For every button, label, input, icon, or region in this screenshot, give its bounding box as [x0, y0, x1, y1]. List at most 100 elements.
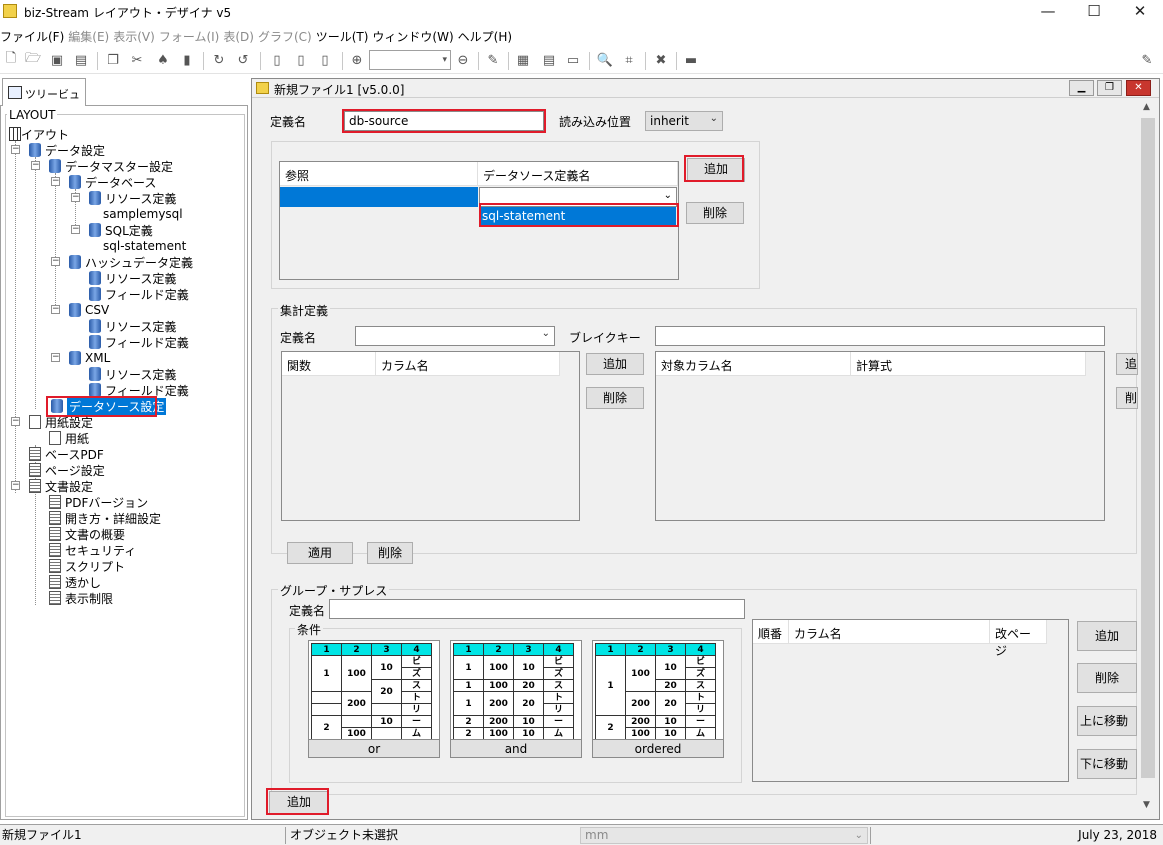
list-icon[interactable]: ▤ — [540, 51, 558, 69]
condition-ordered-option[interactable]: 1234 1 100 10 ビ ズ 20 ス 200 20 ト リ 2 200 10 ー 100 1… — [592, 640, 724, 758]
target-delete-button[interactable]: 削 — [1116, 387, 1138, 409]
tree-item-watermark[interactable]: 透かし — [49, 574, 101, 590]
target-add-button[interactable]: 追 — [1116, 353, 1138, 375]
read-position-select[interactable]: inherit ⌄ — [645, 111, 723, 131]
tree-item-resource-def[interactable]: リソース定義 — [89, 270, 176, 286]
tree-item-security[interactable]: セキュリティ — [49, 542, 136, 558]
notes-icon[interactable]: ✎ — [1138, 51, 1156, 69]
preview-icon[interactable]: 🔍 — [596, 51, 614, 69]
tree-item-resource-def[interactable]: リソース定義 — [89, 190, 176, 206]
tree-item-field-def[interactable]: フィールド定義 — [89, 334, 189, 350]
edit-icon[interactable]: ✎ — [484, 51, 502, 69]
tree-item-base-pdf[interactable]: ベースPDF — [29, 446, 104, 462]
collapse-toggle[interactable]: − — [71, 225, 80, 234]
tree-item-paper[interactable]: 用紙 — [49, 430, 89, 446]
page-del-icon[interactable]: ▯ — [316, 51, 334, 69]
scrollbar-thumb[interactable] — [1141, 118, 1155, 778]
zoom-out-icon[interactable]: ⊖ — [454, 51, 472, 69]
collapse-toggle[interactable]: − — [11, 145, 20, 154]
menu-tools[interactable]: ツール(T) — [316, 28, 373, 45]
screen-icon[interactable]: ▬ — [682, 51, 700, 69]
doc-minimize-button[interactable]: ▁ — [1069, 80, 1094, 96]
vertical-scrollbar[interactable]: ▲ ▼ — [1138, 100, 1158, 818]
menu-file[interactable]: ファイル(F) — [0, 28, 68, 45]
copy-icon[interactable]: ❐ — [104, 51, 122, 69]
tree-item-open-detail[interactable]: 開き方・詳細設定 — [49, 510, 161, 526]
tree-item-page-settings[interactable]: ページ設定 — [29, 462, 105, 478]
collapse-toggle[interactable]: − — [51, 353, 60, 362]
page-icon[interactable]: ▯ — [268, 51, 286, 69]
delete-ref-button[interactable]: 削除 — [686, 202, 744, 224]
condition-and-option[interactable]: 1234 1 100 10 ビ ズ 1 100 20 ス 1 200 20 ト リ 2 200 10 ー… — [450, 640, 582, 758]
agg-add-button[interactable]: 追加 — [586, 353, 644, 375]
close-button[interactable]: ✕ — [1117, 0, 1163, 24]
gs-add-button[interactable]: 追加 — [1077, 621, 1137, 651]
tree-item-xml[interactable]: XML — [69, 350, 110, 366]
table-icon[interactable]: ▦ — [514, 51, 532, 69]
scroll-down-icon[interactable]: ▼ — [1143, 800, 1150, 810]
scroll-up-icon[interactable]: ▲ — [1143, 102, 1150, 112]
move-down-button[interactable]: 下に移動 — [1077, 749, 1137, 779]
condition-or-option[interactable]: 1234 1 100 10 ビ ズ 20 ス 200 ト リ 2 10 ー 100 ム or — [308, 640, 440, 758]
tree-item-layout[interactable]: レイアウト — [9, 126, 69, 142]
tree-item-paper-settings[interactable]: 用紙設定 — [29, 414, 93, 430]
grid-row-selected[interactable] — [280, 187, 478, 207]
tree-item-sql-statement[interactable]: sql-statement — [103, 238, 186, 254]
apply-button[interactable]: 適用 — [287, 542, 353, 564]
maximize-button[interactable]: ☐ — [1071, 0, 1117, 24]
collapse-toggle[interactable]: − — [11, 417, 20, 426]
delete-icon[interactable]: ▮ — [178, 51, 196, 69]
collapse-toggle[interactable]: − — [51, 257, 60, 266]
redo-icon[interactable]: ↺ — [234, 51, 252, 69]
open-folder-icon[interactable]: 🗁 — [24, 51, 42, 69]
tree-item-script[interactable]: スクリプト — [49, 558, 125, 574]
check-icon[interactable]: ⌗ — [620, 51, 638, 69]
menu-window[interactable]: ウィンドウ(W) — [372, 28, 457, 45]
tree-item-sql-def[interactable]: SQL定義 — [89, 222, 153, 238]
tree-item-hash-data[interactable]: ハッシュデータ定義 — [69, 254, 193, 270]
collapse-toggle[interactable]: − — [11, 481, 20, 490]
tree-item-display-restrict[interactable]: 表示制限 — [49, 590, 113, 606]
agg-bottom-delete-button[interactable]: 削除 — [367, 542, 413, 564]
new-file-icon[interactable]: 🗋 — [2, 51, 20, 69]
minimize-button[interactable]: — — [1025, 0, 1071, 24]
doc-close-button[interactable]: ✕ — [1126, 80, 1151, 96]
cut-icon[interactable]: ✂ — [128, 51, 146, 69]
menu-view[interactable]: 表示(V) — [113, 28, 159, 45]
tab-tree-view[interactable]: ツリービュー — [2, 78, 86, 117]
unit-select[interactable]: mm ⌄ — [580, 827, 868, 844]
zoom-select[interactable]: ▾ — [369, 50, 451, 70]
gs-def-name-input[interactable] — [329, 599, 745, 619]
tree-item-data-master[interactable]: データマスター設定 — [49, 158, 173, 174]
gs-delete-button[interactable]: 削除 — [1077, 663, 1137, 693]
collapse-toggle[interactable]: − — [71, 193, 80, 202]
tree-item-csv[interactable]: CSV — [69, 302, 109, 318]
tree-item-resource-def[interactable]: リソース定義 — [89, 366, 176, 382]
menu-help[interactable]: ヘルプ(H) — [458, 28, 516, 45]
menu-graph[interactable]: グラフ(C) — [258, 28, 316, 45]
menu-table[interactable]: 表(D) — [223, 28, 258, 45]
collapse-toggle[interactable]: − — [51, 177, 60, 186]
undo-icon[interactable]: ↻ — [210, 51, 228, 69]
tools-icon[interactable]: ✖ — [652, 51, 670, 69]
tree-item-doc-summary[interactable]: 文書の概要 — [49, 526, 125, 542]
tree-item-data-settings[interactable]: データ設定 — [29, 142, 105, 158]
menu-form[interactable]: フォーム(I) — [159, 28, 224, 45]
tree-item-pdf-version[interactable]: PDFバージョン — [49, 494, 148, 510]
collapse-toggle[interactable]: − — [31, 161, 40, 170]
agg-delete-button[interactable]: 削除 — [586, 387, 644, 409]
agg-def-name-select[interactable]: ⌄ — [355, 326, 555, 346]
tree-item-samplemysql[interactable]: samplemysql — [103, 206, 183, 222]
form-icon[interactable]: ▭ — [564, 51, 582, 69]
page-dup-icon[interactable]: ▯ — [292, 51, 310, 69]
menu-edit[interactable]: 編集(E) — [68, 28, 113, 45]
tree-item-field-def[interactable]: フィールド定義 — [89, 286, 189, 302]
tree-item-doc-settings[interactable]: 文書設定 — [29, 478, 93, 494]
break-key-input[interactable] — [655, 326, 1105, 346]
paste-icon[interactable]: ♠ — [154, 51, 172, 69]
move-up-button[interactable]: 上に移動 — [1077, 706, 1137, 736]
doc-restore-button[interactable]: ❐ — [1097, 80, 1122, 96]
tree-item-resource-def[interactable]: リソース定義 — [89, 318, 176, 334]
collapse-toggle[interactable]: − — [51, 305, 60, 314]
zoom-in-icon[interactable]: ⊕ — [348, 51, 366, 69]
